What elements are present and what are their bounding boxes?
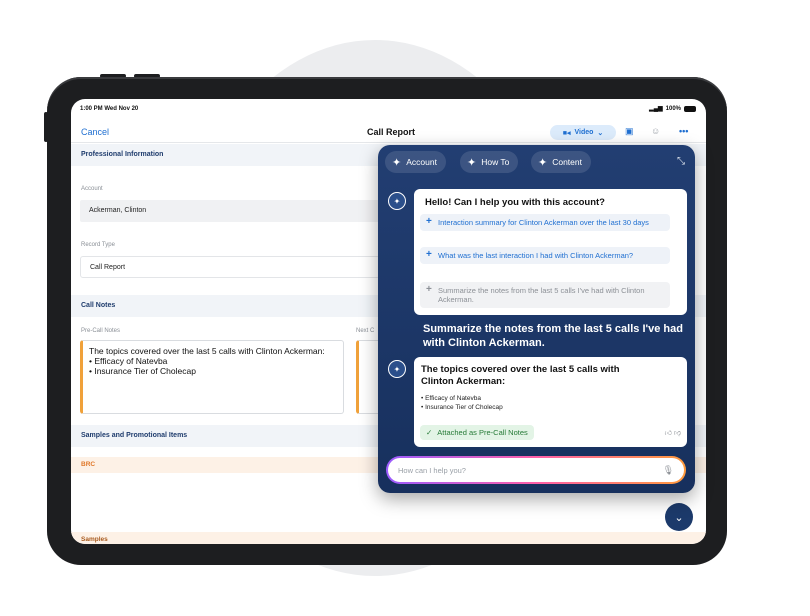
chip-label: Account	[406, 157, 437, 167]
status-indicators: ▂▄▆ 100%	[649, 105, 696, 112]
sparkle-icon: ✦	[467, 156, 477, 169]
chip-label: Content	[552, 157, 582, 167]
stage: 1:00 PM Wed Nov 20 ▂▄▆ 100% Cancel Call …	[0, 0, 810, 616]
suggestion-label: Interaction summary for Clinton Ackerman…	[438, 218, 649, 227]
expand-icon[interactable]: ⤡	[677, 156, 685, 167]
greeting-text: Hello! Can I help you with this account?	[425, 197, 605, 208]
record-type-select[interactable]: Call Report	[80, 256, 380, 278]
assistant-icon: ✦	[388, 360, 406, 378]
chat-input[interactable]: How can I help you? 🎙︎	[388, 458, 684, 482]
response-bullet: • Insurance Tier of Cholecap	[421, 404, 503, 411]
chip-how-to[interactable]: ✦ How To	[460, 151, 519, 173]
suggestion-item[interactable]: + What was the last interaction I had wi…	[420, 247, 670, 264]
chip-label: How To	[481, 157, 510, 167]
suggestion-item[interactable]: + Summarize the notes from the last 5 ca…	[420, 282, 670, 308]
next-call-notes-label: Next C	[356, 328, 375, 334]
pre-call-notes-label: Pre-Call Notes	[81, 328, 121, 334]
video-icon: ■◂	[562, 129, 571, 137]
chat-input-placeholder: How can I help you?	[398, 465, 466, 475]
notes-line: • Insurance Tier of Cholecap	[89, 366, 196, 376]
response-bubble: The topics covered over the last 5 calls…	[414, 357, 687, 447]
samples-row[interactable]: Samples	[71, 532, 706, 544]
video-label: Video	[574, 129, 594, 136]
calendar-icon[interactable]: ▣	[625, 126, 634, 137]
assistant-panel: ✦ Account ✦ How To ✦ Content ⤡ ✦ Hello! …	[378, 145, 695, 493]
status-bar: 1:00 PM Wed Nov 20 ▂▄▆ 100%	[71, 99, 706, 117]
suggestion-item[interactable]: + Interaction summary for Clinton Ackerm…	[420, 214, 670, 231]
signal-icon: ▂▄▆	[649, 106, 663, 112]
chip-account[interactable]: ✦ Account	[385, 151, 446, 173]
sparkle-icon: ✦	[538, 156, 548, 169]
record-type-value: Call Report	[90, 264, 126, 271]
mic-icon[interactable]: 🎙︎	[663, 465, 674, 476]
battery-percent: 100%	[665, 105, 681, 112]
thumbs-up-icon[interactable]: 👍︎	[665, 430, 672, 437]
thumbs-down-icon[interactable]: 👎︎	[674, 430, 681, 437]
plus-icon: +	[426, 284, 432, 295]
feedback-icons: 👍︎ 👎︎	[665, 428, 681, 437]
check-icon: ✓	[426, 428, 433, 437]
user-message: Summarize the notes from the last 5 call…	[423, 323, 683, 349]
notes-line: • Efficacy of Natevba	[89, 356, 168, 366]
scroll-down-button[interactable]: ⌄	[665, 503, 693, 531]
page-title: Call Report	[367, 127, 416, 137]
plus-icon: +	[426, 249, 432, 260]
plus-icon: +	[426, 216, 432, 227]
nav-bar: Cancel Call Report ■◂ Video ⌄ ▣ ☺ •••	[71, 121, 706, 143]
pre-call-notes-textarea[interactable]: The topics covered over the last 5 calls…	[80, 340, 344, 414]
response-title: The topics covered over the last 5 calls…	[421, 364, 620, 387]
chat-input-frame: How can I help you? 🎙︎	[386, 456, 686, 484]
account-field[interactable]: Ackerman, Clinton	[80, 200, 380, 222]
greeting-bubble: Hello! Can I help you with this account?…	[414, 189, 687, 315]
chip-content[interactable]: ✦ Content	[531, 151, 591, 173]
notes-line: The topics covered over the last 5 calls…	[89, 346, 325, 356]
record-type-label: Record Type	[81, 242, 115, 248]
response-bullet: • Efficacy of Natevba	[421, 395, 481, 402]
cancel-button[interactable]: Cancel	[81, 127, 109, 137]
status-time: 1:00 PM Wed Nov 20	[80, 106, 139, 112]
account-label: Account	[81, 186, 103, 192]
suggestion-label: What was the last interaction I had with…	[438, 251, 634, 260]
video-button[interactable]: ■◂ Video ⌄	[550, 125, 616, 140]
more-icon[interactable]: •••	[679, 126, 688, 136]
attached-label: Attached as Pre-Call Notes	[437, 428, 528, 437]
assistant-icon: ✦	[388, 192, 406, 210]
contacts-icon[interactable]: ☺	[651, 126, 660, 136]
attached-badge[interactable]: ✓ Attached as Pre-Call Notes	[420, 425, 534, 440]
chevron-down-icon: ⌄	[674, 511, 684, 524]
sparkle-icon: ✦	[392, 156, 402, 169]
suggestion-label: Summarize the notes from the last 5 call…	[438, 286, 645, 304]
chevron-down-icon: ⌄	[597, 129, 604, 137]
battery-icon	[684, 105, 696, 112]
